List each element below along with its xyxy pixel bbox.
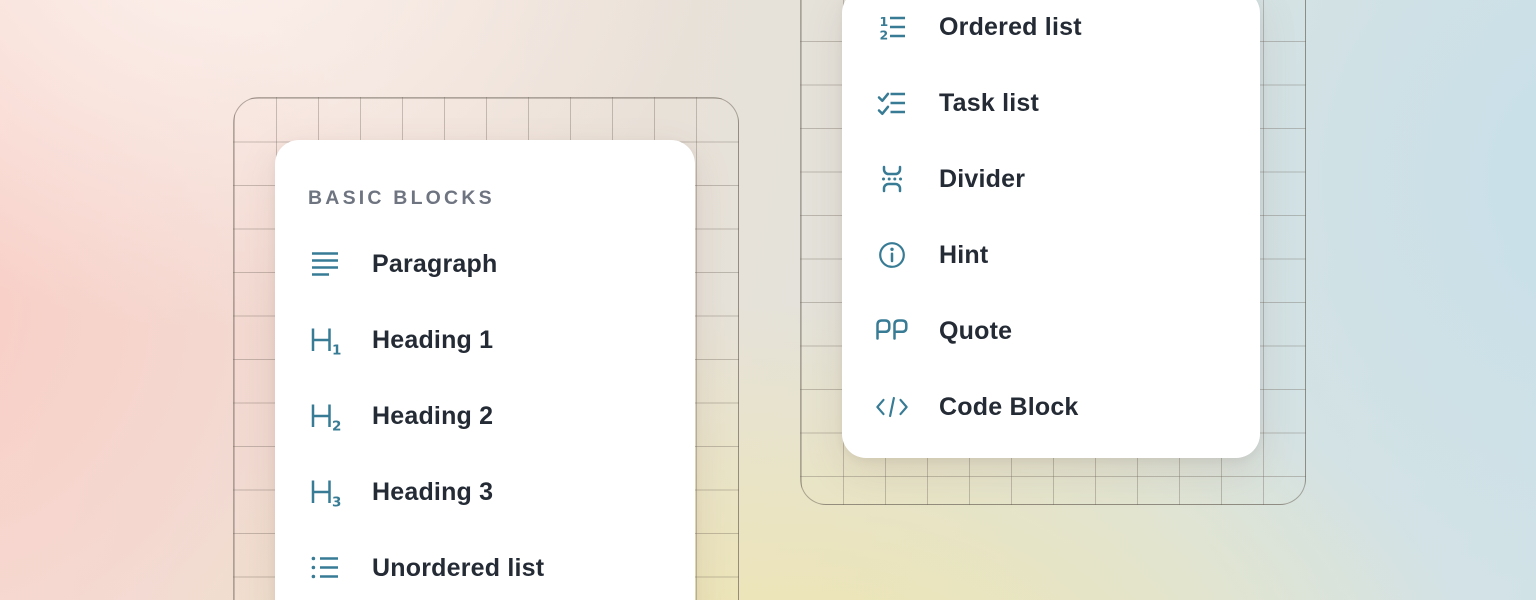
menu-item-label: Code Block xyxy=(939,393,1079,422)
svg-text:2: 2 xyxy=(332,419,341,432)
heading-1-icon: 1 xyxy=(308,325,342,355)
menu-item-code-block[interactable]: Code Block xyxy=(875,369,1260,445)
menu-item-label: Paragraph xyxy=(372,250,497,279)
menu-item-label: Heading 3 xyxy=(372,478,493,507)
heading-2-icon: 2 xyxy=(308,401,342,431)
block-menu-panel-basic: BASIC BLOCKS Paragraph 1 Heading 1 xyxy=(275,140,695,600)
menu-item-label: Unordered list xyxy=(372,554,544,583)
ordered-list-icon: 1 2 xyxy=(875,13,909,41)
menu-item-divider[interactable]: Divider xyxy=(875,141,1260,217)
menu-item-unordered-list[interactable]: Unordered list xyxy=(308,530,695,600)
menu-item-label: Ordered list xyxy=(939,13,1082,42)
paragraph-icon xyxy=(308,249,342,279)
block-menu-panel-more: 1 2 Ordered list Task list xyxy=(842,0,1260,458)
heading-3-icon: 3 xyxy=(308,477,342,507)
divider-icon xyxy=(875,164,909,194)
category-heading: BASIC BLOCKS xyxy=(308,170,695,226)
menu-item-task-list[interactable]: Task list xyxy=(875,65,1260,141)
menu-item-label: Heading 1 xyxy=(372,326,493,355)
editor-blocks-promo: BASIC BLOCKS Paragraph 1 Heading 1 xyxy=(0,0,1536,600)
unordered-list-icon xyxy=(308,554,342,582)
svg-text:2: 2 xyxy=(880,28,889,42)
menu-item-heading-2[interactable]: 2 Heading 2 xyxy=(308,378,695,454)
menu-item-paragraph[interactable]: Paragraph xyxy=(308,226,695,302)
task-list-icon xyxy=(875,89,909,117)
menu-item-hint[interactable]: Hint xyxy=(875,217,1260,293)
svg-text:3: 3 xyxy=(332,495,341,508)
menu-item-heading-1[interactable]: 1 Heading 1 xyxy=(308,302,695,378)
menu-item-label: Heading 2 xyxy=(372,402,493,431)
menu-item-label: Quote xyxy=(939,317,1012,346)
code-block-icon xyxy=(875,393,909,421)
quote-icon xyxy=(875,318,909,344)
menu-item-quote[interactable]: Quote xyxy=(875,293,1260,369)
menu-item-label: Task list xyxy=(939,89,1039,118)
svg-text:1: 1 xyxy=(332,343,341,356)
menu-item-label: Divider xyxy=(939,165,1025,194)
menu-item-heading-3[interactable]: 3 Heading 3 xyxy=(308,454,695,530)
menu-item-label: Hint xyxy=(939,241,988,270)
menu-item-ordered-list[interactable]: 1 2 Ordered list xyxy=(875,0,1260,65)
hint-icon xyxy=(875,240,909,270)
